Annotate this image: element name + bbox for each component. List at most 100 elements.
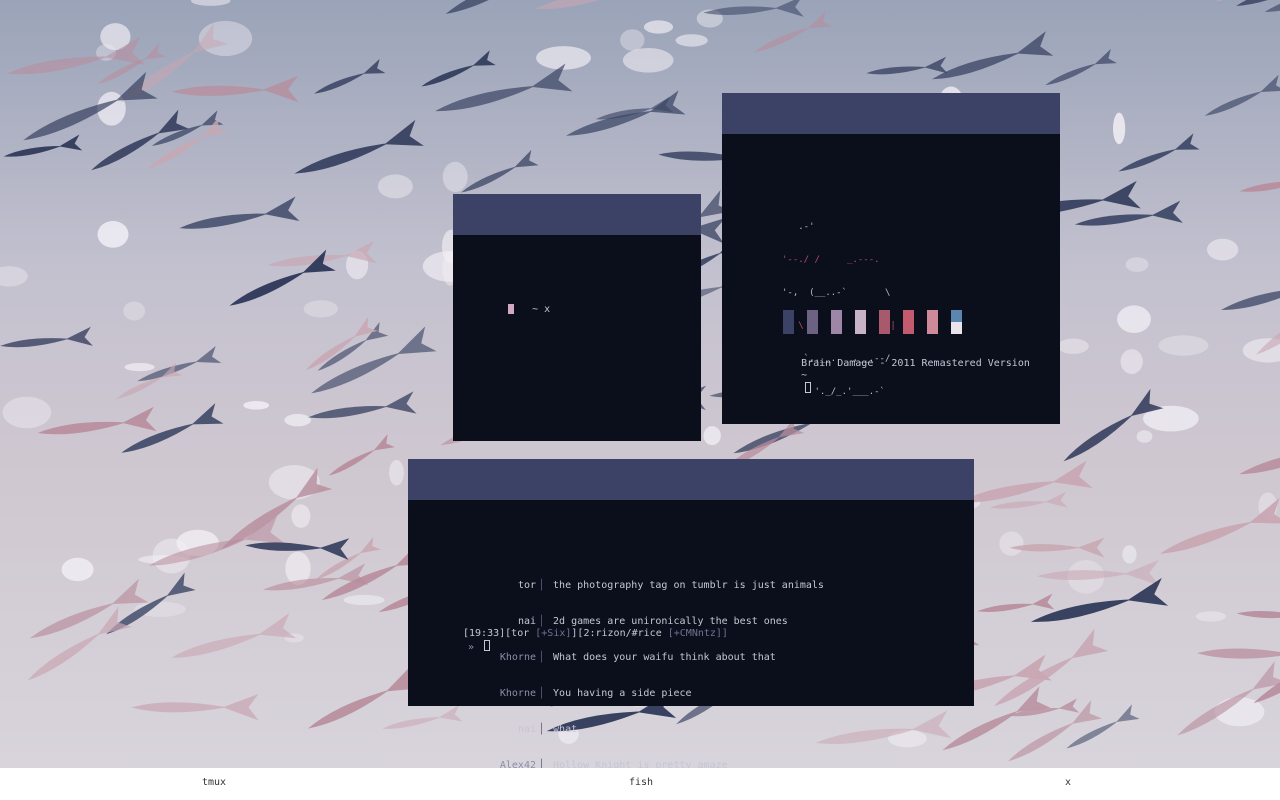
fish-silhouette: [1118, 133, 1200, 172]
light-spot: [1195, 611, 1226, 622]
light-spot: [675, 34, 708, 47]
fish-silhouette: [815, 710, 952, 744]
light-spot: [123, 301, 146, 321]
taskbar-item-fish[interactable]: fish: [629, 777, 653, 789]
fish-silhouette: [1197, 648, 1280, 659]
palette-swatch: [927, 310, 938, 334]
chat-text: What does your waifu think about that: [553, 652, 776, 663]
fish-silhouette: [37, 406, 157, 435]
palette-swatch: [855, 310, 866, 334]
light-spot: [61, 557, 94, 582]
fish-silhouette: [171, 75, 299, 103]
chat-message: nai │ what: [460, 724, 824, 736]
fish-silhouette: [461, 149, 539, 193]
prompt-text: ~: [801, 370, 808, 381]
prompt-line: ~ x: [508, 292, 550, 328]
status-channel: [2:rizon/#rice: [577, 628, 668, 639]
palette-swatch: [951, 310, 962, 322]
status-user-mode: [+Six]: [535, 628, 572, 639]
light-spot: [1136, 430, 1153, 443]
light-spot: [1125, 257, 1149, 272]
chat-text: You having a side piece: [553, 688, 692, 699]
light-spot: [291, 504, 311, 528]
chat-nick: nai: [517, 724, 536, 735]
status-channel-mode: [+CMNntz]: [667, 628, 722, 639]
whale-line: '--./ / _.---.: [782, 255, 880, 265]
titlebar[interactable]: [408, 459, 974, 500]
taskbar-item-x[interactable]: x: [1065, 777, 1071, 789]
light-spot: [377, 174, 413, 199]
fish-silhouette: [314, 58, 386, 94]
chat-message: tor │ the photography tag on tumblr is ju…: [460, 580, 824, 592]
fish-silhouette: [1009, 537, 1105, 558]
light-spot: [442, 161, 468, 192]
nick-separator: │: [538, 652, 545, 663]
titlebar[interactable]: [453, 194, 701, 235]
fish-silhouette: [3, 134, 83, 157]
titlebar[interactable]: [722, 93, 1060, 134]
fish-silhouette: [421, 50, 496, 87]
chat-nick: nai: [517, 616, 536, 627]
terminal-window-neofetch[interactable]: .-' '--./ / _.---. '-, (__..-` \ \ . | `…: [722, 93, 1060, 424]
fish-silhouette: [977, 593, 1055, 613]
fish-silhouette: [308, 391, 417, 419]
light-spot: [999, 531, 1024, 556]
fish-silhouette: [535, 0, 629, 10]
chat-message: Khorne │ You having a side piece: [460, 688, 824, 700]
light-spot: [124, 363, 155, 372]
chat-text: what: [553, 724, 578, 735]
status-time: [19:33]: [463, 628, 506, 639]
light-spot: [1207, 238, 1239, 261]
fish-silhouette: [328, 434, 395, 476]
taskbar-item-tmux[interactable]: tmux: [202, 777, 226, 789]
terminal-cursor: [805, 382, 812, 393]
irc-status-bar: [19:33][tor [+Six]] [2:rizon/#rice [+CMNn…: [463, 628, 728, 640]
fish-silhouette: [931, 31, 1054, 80]
chat-text: the photography tag on tumblr is just an…: [553, 580, 824, 591]
light-spot: [389, 459, 404, 486]
fish-silhouette: [147, 116, 229, 170]
track-info: Brain Damage - 2011 Remastered Version: [801, 358, 1030, 369]
fish-silhouette: [1066, 704, 1140, 749]
fish-silhouette: [957, 460, 1093, 503]
light-spot: [703, 426, 721, 446]
light-spot: [343, 594, 385, 606]
light-spot: [1122, 545, 1137, 564]
light-spot: [1117, 305, 1151, 334]
prompt-line: ~: [777, 358, 812, 408]
fish-silhouette: [382, 704, 463, 729]
fish-silhouette: [1264, 0, 1280, 12]
light-spot: [643, 20, 674, 34]
irc-input-line[interactable]: »: [468, 640, 491, 654]
light-spot: [1120, 349, 1143, 374]
chat-log: tor │ the photography tag on tumblr is ju…: [460, 556, 824, 796]
fish-silhouette: [1177, 661, 1280, 736]
now-playing: Brain Damage - 2011 Remastered Version: [777, 346, 1030, 382]
status-user: [tor: [505, 628, 536, 639]
fish-silhouette: [179, 196, 300, 229]
light-spot: [1113, 112, 1126, 145]
light-spot: [97, 221, 129, 248]
terminal-window-irc[interactable]: tor │ the photography tag on tumblr is ju…: [408, 459, 974, 771]
fish-silhouette: [1236, 610, 1280, 619]
fish-silhouette: [1204, 74, 1280, 116]
light-spot: [284, 413, 312, 427]
terminal-window-small[interactable]: ~ x: [453, 194, 701, 441]
light-spot: [243, 401, 270, 410]
terminal-cursor: [508, 304, 514, 314]
nick-separator: │: [538, 580, 545, 591]
light-spot: [1057, 338, 1089, 354]
fish-silhouette: [1045, 48, 1117, 86]
nick-separator: │: [538, 688, 545, 699]
whale-line: '-, (__..-` \: [782, 288, 891, 298]
light-spot: [0, 266, 28, 287]
fish-silhouette: [307, 665, 423, 729]
light-spot: [620, 29, 645, 51]
fish-silhouette: [753, 10, 833, 53]
fish-silhouette: [1074, 200, 1183, 226]
light-spot: [2, 396, 52, 429]
chat-nick: Khorne: [499, 688, 536, 699]
fish-silhouette: [1221, 287, 1280, 311]
nick-separator: │: [538, 616, 545, 627]
chat-message: Khorne │ What does your waifu think about…: [460, 652, 824, 664]
